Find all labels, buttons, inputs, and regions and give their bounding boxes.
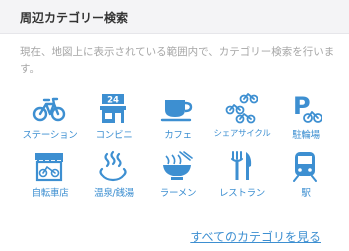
bicycle-shop-icon bbox=[35, 153, 63, 182]
convenience-store-icon: 24 bbox=[100, 94, 126, 123]
panel-title: 周辺カテゴリー検索 bbox=[20, 11, 129, 25]
category-bicycle-shop[interactable]: 自転車店 bbox=[18, 150, 82, 200]
category-share-cycle[interactable]: シェアサイクル bbox=[210, 92, 274, 142]
panel-header: 周辺カテゴリー検索 bbox=[0, 0, 349, 34]
train-icon bbox=[293, 152, 317, 182]
coffee-cup-icon bbox=[160, 100, 193, 122]
category-station[interactable]: ステーション bbox=[18, 92, 82, 142]
fork-knife-icon bbox=[231, 151, 252, 180]
category-convenience-store[interactable]: 24 コンビニ bbox=[82, 92, 146, 142]
ramen-bowl-icon bbox=[163, 151, 193, 180]
see-all-categories-link[interactable]: すべてのカテゴリを見る bbox=[190, 228, 321, 245]
category-hot-spring[interactable]: 温泉/銭湯 bbox=[82, 150, 146, 200]
category-restaurant[interactable]: レストラン bbox=[210, 150, 274, 200]
category-station-train[interactable]: 駅 bbox=[274, 150, 338, 200]
category-bicycle-parking[interactable]: P 駐輪場 bbox=[274, 92, 338, 142]
bicycle-parking-icon: P bbox=[293, 92, 322, 123]
share-cycle-icon bbox=[225, 93, 258, 124]
hot-spring-icon bbox=[99, 150, 127, 182]
category-cafe[interactable]: カフェ bbox=[146, 92, 210, 142]
svg-text:P: P bbox=[293, 92, 311, 120]
category-grid: ステーション 24 コンビニ カフェ シェアサイクル P 駐輪場 自転車店 温泉… bbox=[18, 92, 338, 200]
category-label: 駐輪場 bbox=[292, 130, 320, 141]
bicycle-station-icon bbox=[32, 97, 66, 122]
description-text: 現在、地図上に表示されている範囲内で、カテゴリー検索を行います。 bbox=[20, 46, 335, 75]
category-ramen[interactable]: ラーメン bbox=[146, 150, 210, 200]
category-label: 駅 bbox=[301, 188, 311, 199]
svg-text:24: 24 bbox=[107, 96, 119, 106]
